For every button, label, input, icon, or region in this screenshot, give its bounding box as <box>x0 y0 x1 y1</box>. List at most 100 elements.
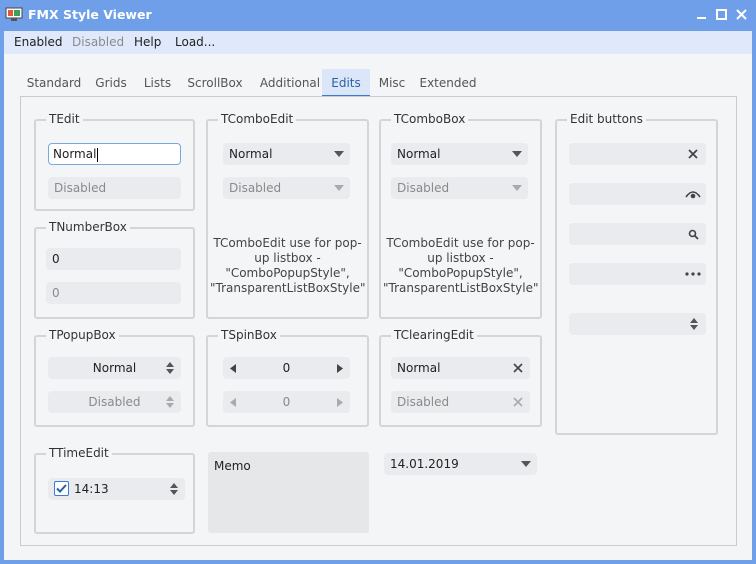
tclearingedit-normal-text: Normal <box>397 361 441 375</box>
tab-additional[interactable]: Additional <box>254 69 326 97</box>
edit-buttons-label: Edit buttons <box>567 112 646 126</box>
dropdown-arrow-icon <box>332 177 346 199</box>
search-icon[interactable] <box>686 223 700 245</box>
tnumberbox-disabled-input: 0 <box>46 282 181 304</box>
edits-page: TEdit Normal Disabled TNumberBox 0 0 TPo… <box>20 96 737 546</box>
tcomboedit-disabled-text: Disabled <box>229 181 282 195</box>
tab-extended[interactable]: Extended <box>417 69 479 97</box>
tcomboedit-normal[interactable]: Normal <box>223 143 350 165</box>
maximize-icon <box>715 9 727 20</box>
tcombobox-label: TComboBox <box>391 112 469 126</box>
spin-button-edit[interactable] <box>569 313 706 335</box>
tedit-normal-text: Normal <box>53 147 97 161</box>
up-down-arrows-icon <box>163 391 177 413</box>
tclearingedit-disabled: Disabled <box>391 391 530 413</box>
clear-button-edit[interactable] <box>569 143 706 165</box>
ellipsis-button-edit[interactable] <box>569 263 706 285</box>
tpopupbox-disabled-text: Disabled <box>88 395 141 409</box>
tcombobox-disabled: Disabled <box>391 177 528 199</box>
ttimeedit-value: 14:13 <box>74 482 109 496</box>
time-enabled-checkbox[interactable] <box>54 481 69 496</box>
close-button[interactable] <box>730 4 752 26</box>
ttimeedit-input[interactable]: 14:13 <box>48 478 185 500</box>
clear-icon[interactable] <box>512 357 524 379</box>
dropdown-arrow-icon[interactable] <box>519 453 533 475</box>
password-button-edit[interactable] <box>569 183 706 205</box>
tclearingedit-normal[interactable]: Normal <box>391 357 530 379</box>
memo[interactable]: Memo <box>208 452 369 533</box>
tcomboedit-disabled: Disabled <box>223 177 350 199</box>
tab-edits[interactable]: Edits <box>322 69 370 97</box>
tedit-group: TEdit Normal Disabled <box>34 112 195 211</box>
tnumberbox-label: TNumberBox <box>46 220 130 234</box>
clear-icon[interactable] <box>686 143 700 165</box>
menu-enabled[interactable]: Enabled <box>14 35 63 49</box>
tedit-disabled-input: Disabled <box>48 177 181 199</box>
tclearingedit-label: TClearingEdit <box>391 328 477 342</box>
up-down-arrows-icon[interactable] <box>687 313 701 335</box>
spin-right-icon[interactable] <box>334 357 346 379</box>
memo-text: Memo <box>214 459 251 473</box>
menu-help[interactable]: Help <box>134 35 161 49</box>
ttimeedit-group: TTimeEdit 14:13 <box>34 446 195 534</box>
tcomboedit-note: TComboEdit use for pop-up listbox - "Com… <box>210 236 366 295</box>
clear-icon <box>512 391 524 413</box>
tspinbox-disabled-value: 0 <box>282 395 291 409</box>
tcombobox-normal-text: Normal <box>397 147 441 161</box>
tpopupbox-normal[interactable]: Normal <box>48 357 181 379</box>
dropdown-arrow-icon <box>510 177 524 199</box>
up-down-arrows-icon[interactable] <box>167 478 181 500</box>
title-bar: FMX Style Viewer <box>0 0 756 31</box>
window-title: FMX Style Viewer <box>28 7 152 22</box>
date-edit[interactable]: 14.01.2019 <box>384 453 537 475</box>
spin-left-icon[interactable] <box>227 357 239 379</box>
tcombobox-note: TComboEdit use for pop-up listbox - "Com… <box>383 236 539 295</box>
ellipsis-icon[interactable] <box>684 263 702 285</box>
tedit-normal-input[interactable]: Normal <box>48 143 181 165</box>
tspinbox-normal[interactable]: 0 <box>223 357 350 379</box>
checkmark-icon <box>56 484 67 493</box>
tab-misc[interactable]: Misc <box>374 69 410 97</box>
minimize-icon <box>696 17 706 19</box>
date-edit-value: 14.01.2019 <box>390 457 459 471</box>
maximize-button[interactable] <box>710 4 732 26</box>
dropdown-arrow-icon[interactable] <box>332 143 346 165</box>
tclearingedit-group: TClearingEdit Normal Disabled <box>379 328 542 427</box>
tcomboedit-label: TComboEdit <box>218 112 297 126</box>
minimize-button[interactable] <box>690 4 712 26</box>
tpopupbox-normal-text: Normal <box>92 361 137 375</box>
tcombobox-normal[interactable]: Normal <box>391 143 528 165</box>
tab-scrollbox[interactable]: ScrollBox <box>183 69 247 97</box>
ttimeedit-label: TTimeEdit <box>46 446 112 460</box>
menu-load[interactable]: Load... <box>175 35 215 49</box>
eye-icon[interactable] <box>685 183 701 205</box>
tpopupbox-disabled: Disabled <box>48 391 181 413</box>
tspinbox-value: 0 <box>282 361 291 375</box>
spin-left-icon <box>227 391 239 413</box>
tcomboedit-group: TComboEdit Normal Disabled TComboEdit us… <box>206 112 369 319</box>
tedit-label: TEdit <box>46 112 83 126</box>
search-button-edit[interactable] <box>569 223 706 245</box>
tab-grids[interactable]: Grids <box>91 69 131 97</box>
tcomboedit-normal-text: Normal <box>229 147 273 161</box>
tcombobox-group: TComboBox Normal Disabled TComboEdit use… <box>379 112 542 319</box>
dropdown-arrow-icon[interactable] <box>510 143 524 165</box>
tab-lists[interactable]: Lists <box>138 69 177 97</box>
tnumberbox-group: TNumberBox 0 0 <box>34 220 195 319</box>
tpopupbox-label: TPopupBox <box>46 328 119 342</box>
app-icon <box>5 7 23 21</box>
tspinbox-disabled: 0 <box>223 391 350 413</box>
tab-standard[interactable]: Standard <box>20 69 88 97</box>
tnumberbox-input[interactable]: 0 <box>46 248 181 270</box>
up-down-arrows-icon <box>163 357 177 379</box>
edit-buttons-group: Edit buttons <box>555 112 718 435</box>
tcombobox-disabled-text: Disabled <box>397 181 450 195</box>
tspinbox-group: TSpinBox 0 0 <box>206 328 369 427</box>
text-caret <box>97 147 99 162</box>
tspinbox-label: TSpinBox <box>218 328 280 342</box>
close-icon <box>735 9 747 20</box>
menu-disabled[interactable]: Disabled <box>72 35 124 49</box>
tclearingedit-disabled-text: Disabled <box>397 395 450 409</box>
spin-right-icon <box>334 391 346 413</box>
window-client: Enabled Disabled Help Load... Standard G… <box>4 31 752 560</box>
